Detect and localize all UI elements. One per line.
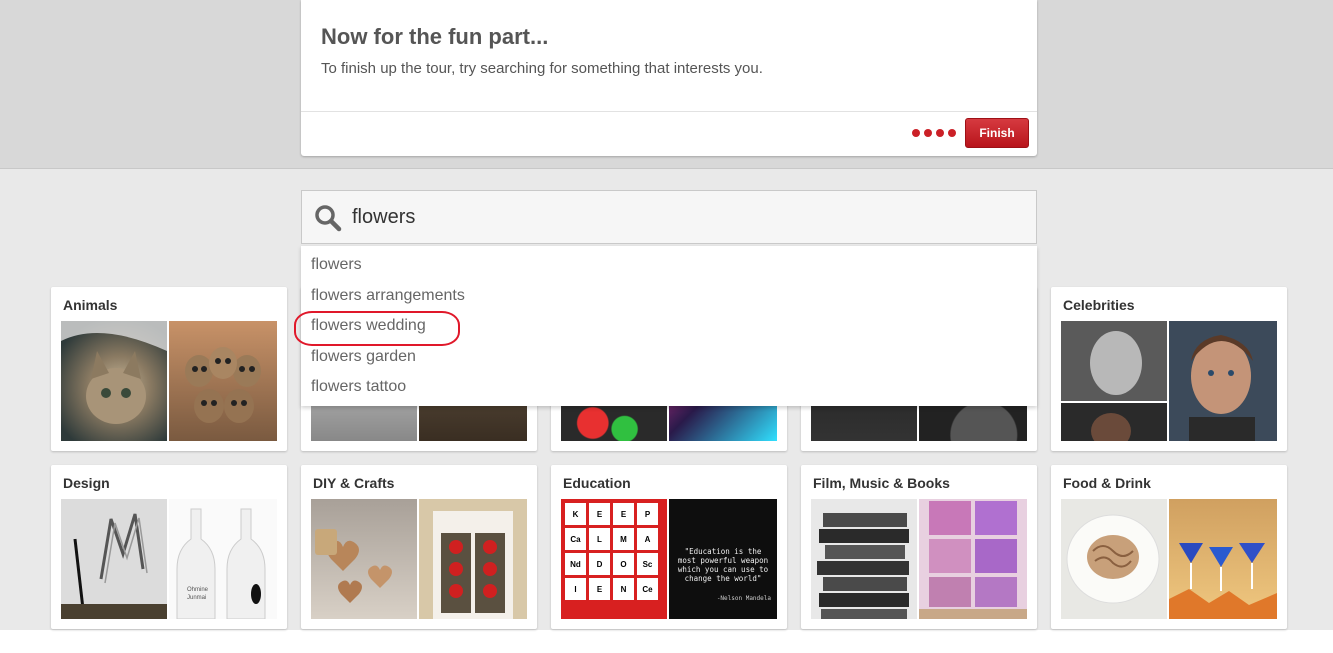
highlight-annotation xyxy=(294,311,460,346)
meerkats-image xyxy=(169,321,277,441)
category-card-animals[interactable]: Animals xyxy=(51,287,287,451)
category-title: Design xyxy=(63,475,110,491)
element-tile: D xyxy=(589,553,610,575)
diy-cabinet-image xyxy=(419,499,527,619)
progress-dot xyxy=(912,129,920,137)
thumb-grid: K E E P Ca L M A Nd D O Sc I E N Ce "Edu… xyxy=(561,499,777,619)
element-tile: Ce xyxy=(637,578,658,600)
quote-text: "Education is the most powerful weapon w… xyxy=(677,547,769,583)
bottle-label-line-1: Ohmine xyxy=(187,587,209,593)
search-box[interactable] xyxy=(301,190,1037,244)
books-image xyxy=(811,499,917,619)
category-title: Food & Drink xyxy=(1063,475,1151,491)
progress-dot xyxy=(948,129,956,137)
suggestion-item[interactable]: flowers garden xyxy=(311,348,416,366)
element-tile: K xyxy=(565,503,586,525)
category-title: Film, Music & Books xyxy=(813,475,950,491)
thumb-grid: Ohmine Junmai xyxy=(61,499,277,619)
diy-hearts-image xyxy=(311,499,417,619)
element-tile: Nd xyxy=(565,553,586,575)
thumb-grid xyxy=(61,321,277,441)
thumb-grid xyxy=(1061,321,1277,441)
kitten-image xyxy=(61,321,167,441)
tour-card: Now for the fun part... To finish up the… xyxy=(301,0,1037,156)
element-tile: I xyxy=(565,578,586,600)
thumb-grid xyxy=(811,499,1027,619)
tour-text: To finish up the tour, try searching for… xyxy=(321,60,763,77)
search-input[interactable] xyxy=(352,201,1022,233)
category-title: DIY & Crafts xyxy=(313,475,395,491)
design-image xyxy=(61,499,167,619)
element-tile: Ca xyxy=(565,528,586,550)
bottle-label-line-2: Junmai xyxy=(187,595,206,601)
element-tile: M xyxy=(613,528,634,550)
category-card-diy-crafts[interactable]: DIY & Crafts xyxy=(301,465,537,629)
category-card-film-music-books[interactable]: Film, Music & Books xyxy=(801,465,1037,629)
cocktails-image xyxy=(1169,499,1277,619)
tangled-collage-image xyxy=(919,499,1027,619)
quote-author: -Nelson Mandela xyxy=(716,595,771,602)
element-tile-grid: K E E P Ca L M A Nd D O Sc I E N Ce xyxy=(565,503,658,600)
suggestion-item[interactable]: flowers xyxy=(311,256,362,274)
bottles-image: Ohmine Junmai xyxy=(169,499,277,619)
suggestion-item[interactable]: flowers tattoo xyxy=(311,378,406,396)
mandela-quote-image: "Education is the most powerful weapon w… xyxy=(669,499,777,619)
category-title: Education xyxy=(563,475,631,491)
element-tile: P xyxy=(637,503,658,525)
element-tile: A xyxy=(637,528,658,550)
celebrity-image xyxy=(1061,321,1167,441)
tour-footer: Finish xyxy=(301,111,1037,157)
celebrity-image xyxy=(1169,321,1277,441)
pasta-image xyxy=(1061,499,1167,619)
element-tile: E xyxy=(613,503,634,525)
category-title: Celebrities xyxy=(1063,297,1135,313)
thumb-grid xyxy=(311,499,527,619)
search-icon xyxy=(315,205,342,232)
element-tile: Sc xyxy=(637,553,658,575)
category-card-education[interactable]: Education K E E P Ca L M A Nd D O Sc I E… xyxy=(551,465,787,629)
tour-title: Now for the fun part... xyxy=(321,24,549,49)
suggestion-item[interactable]: flowers arrangements xyxy=(311,287,465,305)
category-card-celebrities[interactable]: Celebrities xyxy=(1051,287,1287,451)
element-tile: E xyxy=(589,578,610,600)
element-tile: E xyxy=(589,503,610,525)
keep-calm-science-image: K E E P Ca L M A Nd D O Sc I E N Ce xyxy=(561,499,667,619)
element-tile: N xyxy=(613,578,634,600)
tour-progress-dots xyxy=(912,129,956,137)
category-card-design[interactable]: Design Ohmine Junmai xyxy=(51,465,287,629)
thumb-grid xyxy=(1061,499,1277,619)
category-title: Animals xyxy=(63,297,118,313)
finish-button[interactable]: Finish xyxy=(965,118,1029,148)
progress-dot xyxy=(936,129,944,137)
element-tile: L xyxy=(589,528,610,550)
element-tile: O xyxy=(613,553,634,575)
progress-dot xyxy=(924,129,932,137)
category-card-food-drink[interactable]: Food & Drink xyxy=(1051,465,1287,629)
